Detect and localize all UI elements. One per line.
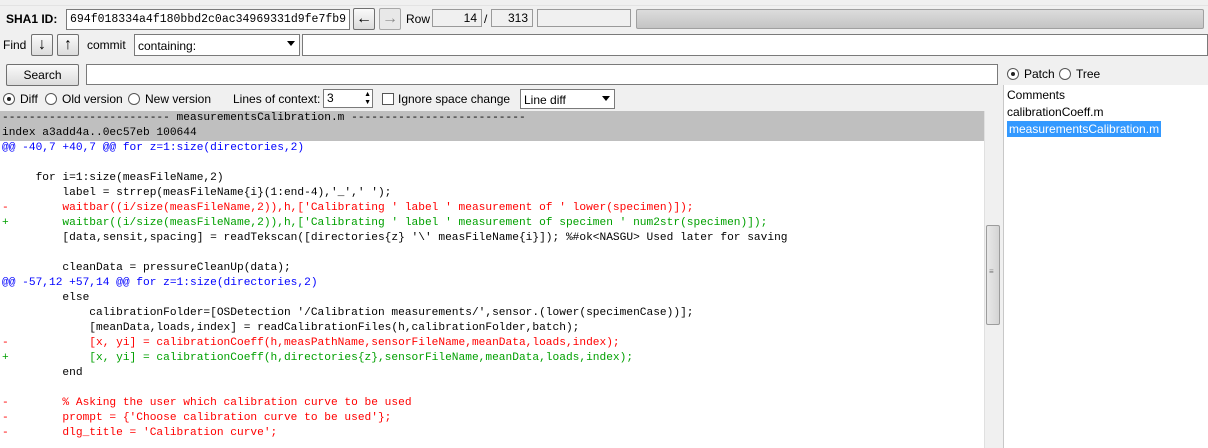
diff-scrollbar[interactable]: ≡ (984, 111, 1001, 448)
diff-context-line: [data,sensit,spacing] = readTekscan([dir… (2, 232, 788, 244)
context-spinbox[interactable]: 3 ▲ ▼ (323, 89, 373, 108)
arrow-left-icon: ← (356, 10, 372, 27)
row-separator: / (484, 12, 488, 26)
diff-radio[interactable] (3, 93, 15, 105)
context-value: 3 (327, 91, 334, 105)
patch-label: Patch (1024, 67, 1055, 81)
row-current-field: 14 (432, 9, 482, 27)
status-field (537, 9, 631, 27)
sha1-label: SHA1 ID: (6, 12, 58, 26)
diff-context-line: label = strrep(measFileName{i}(1:end-4),… (2, 187, 392, 199)
diff-header-line: index a3add4a..0ec57eb 100644 (0, 126, 984, 141)
search-input[interactable] (86, 64, 998, 85)
find-mode-value: containing: (138, 39, 197, 53)
diff-context-line: else (2, 292, 90, 304)
find-next-button[interactable]: ↓ (31, 34, 53, 56)
diff-removed-line: - % Asking the user which calibration cu… (2, 397, 412, 409)
diff-mode-value: Line diff (524, 93, 566, 107)
diff-view[interactable]: ------------------------- measurementsCa… (0, 111, 984, 448)
patch-radio[interactable] (1007, 68, 1019, 80)
diff-context-line (0, 381, 984, 396)
ignore-space-label: Ignore space change (398, 92, 511, 106)
diff-context-line: [meanData,loads,index] = readCalibration… (2, 322, 580, 334)
diff-mode-select[interactable]: Line diff (520, 89, 615, 109)
lines-of-context-label: Lines of context: (233, 92, 321, 106)
diff-context-line: cleanData = pressureCleanUp(data); (2, 262, 291, 274)
progress-bar (636, 9, 1204, 29)
find-label: Find (3, 38, 27, 52)
commit-label: commit (87, 38, 126, 52)
diff-added-line: + [x, yi] = calibrationCoeff(h,directori… (2, 352, 634, 364)
tree-radio[interactable] (1059, 68, 1071, 80)
file-list-item[interactable]: Comments (1007, 87, 1065, 103)
arrow-up-icon: ↑ (64, 36, 72, 53)
grip-icon: ≡ (989, 267, 994, 276)
arrow-down-icon: ↓ (38, 36, 46, 53)
search-button[interactable]: Search (6, 64, 79, 86)
diff-label: Diff (20, 92, 38, 106)
diff-context-line: calibrationFolder=[OSDetection '/Calibra… (2, 307, 694, 319)
old-version-radio[interactable] (45, 93, 57, 105)
new-version-label: New version (145, 92, 212, 106)
chevron-down-icon (602, 96, 610, 101)
diff-removed-line: - dlg_title = 'Calibration curve'; (2, 427, 278, 439)
diff-hunk-line: @@ -40,7 +40,7 @@ for z=1:size(directori… (2, 142, 305, 154)
spin-arrows-icon[interactable]: ▲ ▼ (364, 91, 371, 107)
row-total-field: 313 (491, 9, 533, 27)
diff-removed-line: - prompt = {'Choose calibration curve to… (2, 412, 392, 424)
diff-context-line (0, 156, 984, 171)
diff-context-line: for i=1:size(measFileName,2) (2, 172, 224, 184)
ignore-space-checkbox[interactable] (382, 93, 394, 105)
find-input[interactable] (302, 34, 1208, 56)
new-version-radio[interactable] (128, 93, 140, 105)
chevron-down-icon (287, 41, 295, 46)
find-previous-button[interactable]: ↑ (57, 34, 79, 56)
find-mode-select[interactable]: containing: (134, 34, 300, 56)
diff-header-line: ------------------------- measurementsCa… (0, 111, 984, 126)
diff-removed-line: - [x, yi] = calibrationCoeff(h,measPathN… (2, 337, 620, 349)
diff-context-line (0, 246, 984, 261)
arrow-right-icon: → (382, 10, 398, 27)
search-button-label: Search (23, 68, 62, 82)
row-label: Row (406, 12, 431, 26)
diff-context-line: end (2, 367, 83, 379)
diff-removed-line: - waitbar((i/size(measFileName,2)),h,['C… (2, 202, 694, 214)
window-top-strip (0, 0, 1208, 6)
diff-hunk-line: @@ -57,12 +57,14 @@ for z=1:size(directo… (2, 277, 318, 289)
tree-label: Tree (1076, 67, 1101, 81)
file-list[interactable]: Comments calibrationCoeff.m measurements… (1003, 85, 1208, 448)
file-list-item[interactable]: calibrationCoeff.m (1007, 104, 1104, 120)
old-version-label: Old version (62, 92, 123, 106)
back-button[interactable]: ← (353, 8, 375, 30)
forward-button[interactable]: → (379, 8, 401, 30)
sha1-input[interactable]: 694f018334a4f180bbd2c0ac34969331d9fe7fb9 (66, 9, 350, 30)
file-list-item-selected[interactable]: measurementsCalibration.m (1007, 121, 1162, 137)
diff-added-line: + waitbar((i/size(measFileName,2)),h,['C… (2, 217, 768, 229)
